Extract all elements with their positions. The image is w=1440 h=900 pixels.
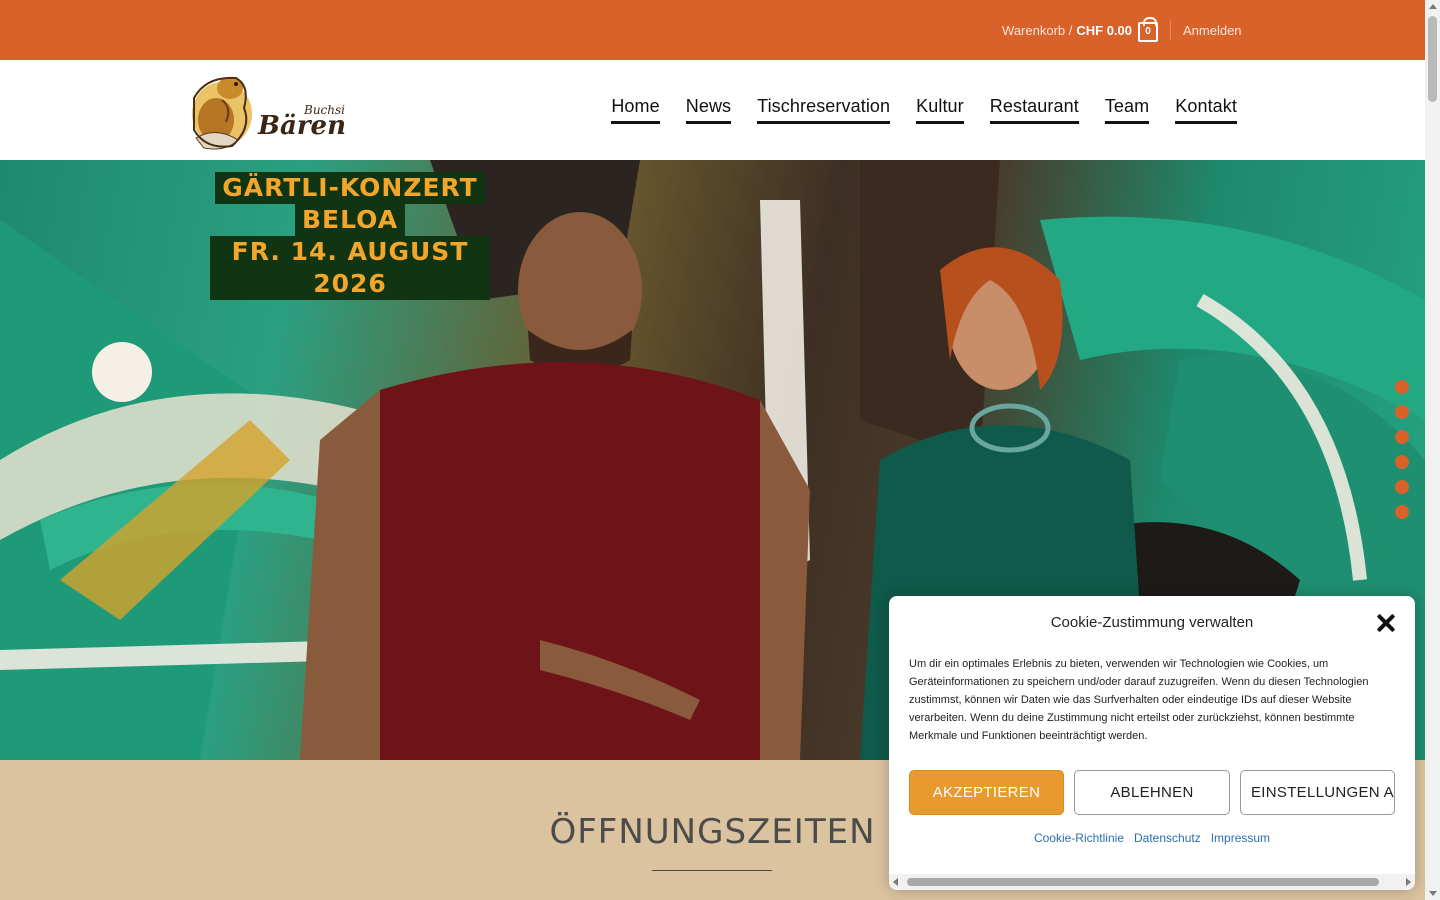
- svg-text:Buchsi: Buchsi: [303, 103, 345, 117]
- scroll-up-arrow-icon[interactable]: [1429, 4, 1437, 9]
- slider-dot[interactable]: [1395, 455, 1409, 469]
- cookie-dialog-title: Cookie-Zustimmung verwalten: [1050, 614, 1254, 631]
- cookie-links: Cookie-Richtlinie Datenschutz Impressum: [889, 831, 1415, 845]
- nav-restaurant[interactable]: Restaurant: [989, 96, 1079, 124]
- nav-home[interactable]: Home: [611, 96, 660, 124]
- top-bar: Warenkorb / CHF 0.00 0 Anmelden: [0, 0, 1425, 60]
- accept-button[interactable]: AKZEPTIEREN: [909, 770, 1064, 815]
- divider: [1170, 20, 1171, 40]
- cookie-policy-link[interactable]: Cookie-Richtlinie: [1034, 831, 1124, 845]
- cookie-message: Um dir ein optimales Erlebnis zu bieten,…: [909, 658, 1369, 742]
- scroll-right-arrow-icon[interactable]: [1406, 878, 1411, 886]
- slider-pagination: [1395, 380, 1409, 519]
- nav-kultur[interactable]: Kultur: [916, 96, 964, 124]
- nav-kontakt[interactable]: Kontakt: [1175, 96, 1237, 124]
- scrollbar-thumb[interactable]: [1428, 16, 1437, 102]
- deny-button[interactable]: ABLEHNEN: [1074, 770, 1230, 815]
- bear-logo-icon: Bären Buchsi: [192, 76, 346, 150]
- site-logo[interactable]: Bären Buchsi: [186, 68, 346, 152]
- slider-dot[interactable]: [1395, 430, 1409, 444]
- cart-label: Warenkorb /: [1002, 22, 1073, 38]
- title-underline: [652, 870, 772, 871]
- hero-title-line3: FR. 14. AUGUST 2026: [210, 236, 490, 300]
- page-scrollbar[interactable]: [1425, 0, 1440, 900]
- slider-dot[interactable]: [1395, 505, 1409, 519]
- cart-total: CHF 0.00: [1076, 22, 1132, 38]
- imprint-link[interactable]: Impressum: [1211, 831, 1270, 845]
- close-icon[interactable]: [1377, 614, 1395, 632]
- slider-dot[interactable]: [1395, 380, 1409, 394]
- cart-count: 0: [1145, 26, 1151, 37]
- cart-link[interactable]: Warenkorb / CHF 0.00 0: [1002, 0, 1158, 60]
- scroll-down-arrow-icon[interactable]: [1429, 891, 1437, 896]
- scroll-left-arrow-icon[interactable]: [893, 878, 898, 886]
- hero-title-line1: GÄRTLI-KONZERT: [215, 172, 485, 204]
- site-header: Bären Buchsi Home News Tischreservation …: [0, 60, 1425, 160]
- view-preferences-button[interactable]: EINSTELLUNGEN ANSEHEN: [1240, 770, 1395, 815]
- nav-news[interactable]: News: [685, 96, 732, 124]
- cookie-consent-dialog: Cookie-Zustimmung verwalten Um dir ein o…: [889, 596, 1415, 890]
- dialog-horizontal-scrollbar[interactable]: [889, 874, 1415, 890]
- main-nav: Home News Tischreservation Kultur Restau…: [611, 60, 1237, 160]
- login-link[interactable]: Anmelden: [1183, 0, 1242, 60]
- shopping-bag-icon[interactable]: 0: [1138, 17, 1158, 42]
- slider-dot[interactable]: [1395, 480, 1409, 494]
- scrollbar-thumb[interactable]: [907, 878, 1379, 886]
- hero-event-title: GÄRTLI-KONZERT BELOA FR. 14. AUGUST 2026: [210, 172, 490, 300]
- slider-dot[interactable]: [1395, 405, 1409, 419]
- nav-team[interactable]: Team: [1104, 96, 1150, 124]
- privacy-link[interactable]: Datenschutz: [1134, 831, 1201, 845]
- nav-tischreservation[interactable]: Tischreservation: [757, 96, 891, 124]
- hero-title-line2: BELOA: [294, 204, 406, 236]
